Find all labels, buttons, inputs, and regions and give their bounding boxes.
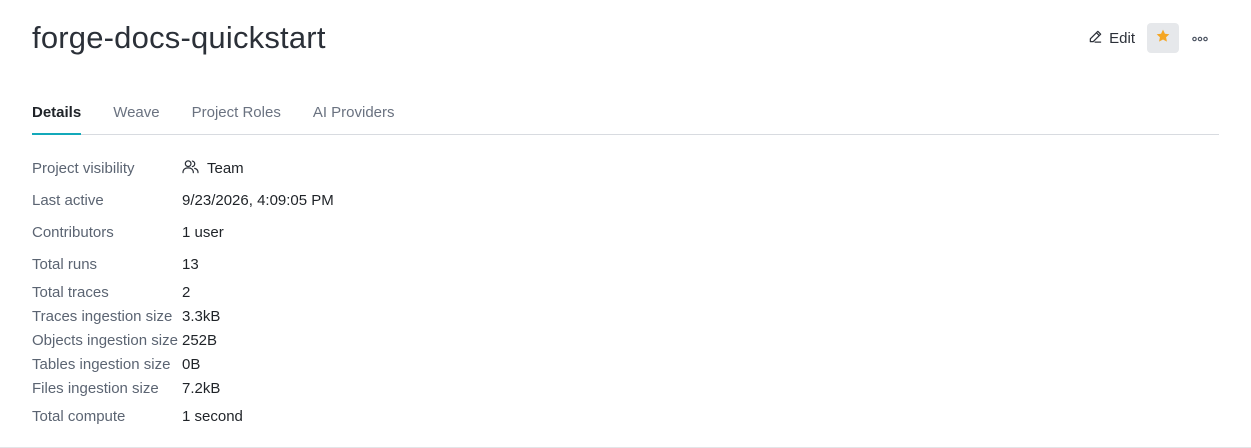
visibility-value: Team xyxy=(207,159,244,177)
tab-ai-providers[interactable]: AI Providers xyxy=(313,94,395,134)
page-header: forge-docs-quickstart Edit xyxy=(32,16,1219,60)
detail-row-total-compute: Total compute 1 second xyxy=(32,400,732,432)
detail-row-last-active: Last active 9/23/2026, 4:09:05 PM xyxy=(32,184,732,216)
star-button[interactable] xyxy=(1147,23,1179,53)
tab-project-roles[interactable]: Project Roles xyxy=(192,94,281,134)
detail-row-visibility: Project visibility Team xyxy=(32,152,732,184)
ellipsis-icon xyxy=(1192,29,1208,47)
edit-button[interactable]: Edit xyxy=(1082,23,1141,53)
detail-label: Project visibility xyxy=(32,159,135,177)
tab-weave[interactable]: Weave xyxy=(113,94,159,134)
edit-button-label: Edit xyxy=(1109,29,1135,47)
more-options-button[interactable] xyxy=(1185,23,1215,53)
tab-details[interactable]: Details xyxy=(32,94,82,135)
detail-value: 0B xyxy=(182,355,201,373)
detail-value: 2 xyxy=(182,283,191,301)
detail-row-total-traces: Total traces 2 xyxy=(32,280,732,304)
star-icon xyxy=(1155,28,1171,49)
detail-value: 13 xyxy=(182,255,199,273)
detail-label: Total compute xyxy=(32,407,126,425)
detail-label: Total traces xyxy=(32,283,109,301)
detail-row-objects-ingestion: Objects ingestion size 252B xyxy=(32,328,732,352)
page-title: forge-docs-quickstart xyxy=(32,20,326,55)
detail-row-tables-ingestion: Tables ingestion size 0B xyxy=(32,352,732,376)
header-actions: Edit xyxy=(1082,23,1215,53)
detail-label: Files ingestion size xyxy=(32,379,159,397)
detail-value: Team xyxy=(182,159,244,178)
detail-value: 3.3kB xyxy=(182,307,221,325)
pencil-icon xyxy=(1088,29,1103,48)
detail-row-total-runs: Total runs 13 xyxy=(32,248,732,280)
detail-value: 7.2kB xyxy=(182,379,221,397)
detail-label: Last active xyxy=(32,191,104,209)
detail-value: 1 user xyxy=(182,223,224,241)
tab-bar: Details Weave Project Roles AI Providers xyxy=(32,94,1219,135)
detail-value: 1 second xyxy=(182,407,243,425)
detail-row-contributors: Contributors 1 user xyxy=(32,216,732,248)
users-icon xyxy=(182,159,199,178)
detail-value: 252B xyxy=(182,331,218,349)
detail-row-traces-ingestion: Traces ingestion size 3.3kB xyxy=(32,304,732,328)
detail-label: Contributors xyxy=(32,223,114,241)
project-overview-page: forge-docs-quickstart Edit Details Weave… xyxy=(0,0,1251,448)
detail-label: Traces ingestion size xyxy=(32,307,173,325)
detail-value: 9/23/2026, 4:09:05 PM xyxy=(182,191,334,209)
detail-label: Total runs xyxy=(32,255,98,273)
details-list: Project visibility Team Last active 9/23… xyxy=(32,152,732,432)
detail-row-files-ingestion: Files ingestion size 7.2kB xyxy=(32,376,732,400)
detail-label: Tables ingestion size xyxy=(32,355,171,373)
detail-label: Objects ingestion size xyxy=(32,331,178,349)
